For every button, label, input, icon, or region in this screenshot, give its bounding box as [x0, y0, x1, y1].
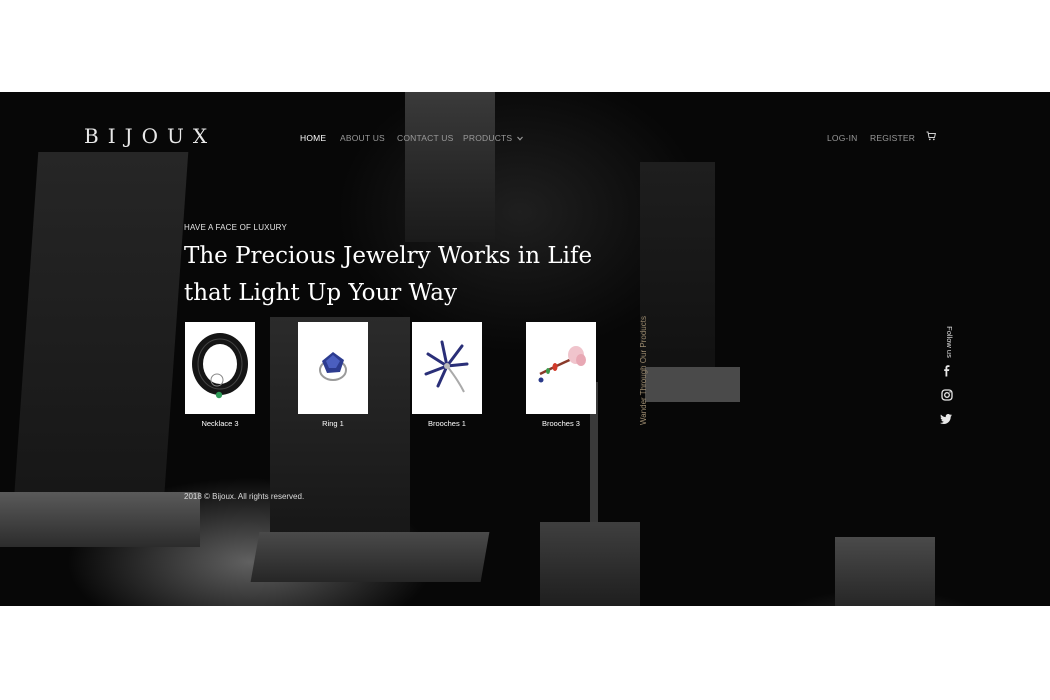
follow-us-label: Follow us	[945, 326, 954, 358]
copyright-text: 2018 © Bijoux. All rights reserved.	[184, 492, 305, 501]
hero-title: The Precious Jewelry Works in Life that …	[184, 238, 604, 312]
display-stand	[835, 537, 935, 606]
display-stand-base	[250, 532, 490, 582]
flower-brooch-image	[526, 322, 596, 414]
nav-contact-us[interactable]: CONTACT US	[397, 133, 453, 143]
nav-products[interactable]: PRODUCTS	[463, 133, 523, 143]
display-stand-top	[645, 367, 740, 402]
hero-background	[0, 92, 1050, 606]
display-stand	[540, 522, 640, 606]
chevron-down-icon	[516, 136, 523, 141]
display-stand	[405, 92, 495, 242]
product-card-brooches-1[interactable]: Brooches 1	[412, 322, 482, 428]
product-name: Necklace 3	[201, 419, 239, 428]
hero-title-line: The Precious Jewelry Works in Life	[184, 243, 593, 269]
cart-icon[interactable]	[926, 131, 936, 141]
ring-image	[298, 322, 368, 414]
facebook-icon[interactable]	[940, 364, 954, 378]
display-stand	[11, 152, 189, 532]
brooch-image	[412, 322, 482, 414]
hero-eyebrow: HAVE A FACE OF LUXURY	[184, 223, 288, 232]
product-name: Ring 1	[322, 419, 344, 428]
wander-products-link[interactable]: Wander Through Our Products	[639, 316, 651, 425]
brand-logo[interactable]: BIJOUX	[84, 124, 216, 148]
nav-home[interactable]: HOME	[300, 133, 326, 143]
product-name: Brooches 1	[428, 419, 466, 428]
product-name: Brooches 3	[542, 419, 580, 428]
hero-title-line: that Light Up Your Way	[184, 280, 457, 306]
product-card-brooches-3[interactable]: Brooches 3	[526, 322, 596, 428]
nav-about-us[interactable]: ABOUT US	[340, 133, 385, 143]
necklace-image	[185, 322, 255, 414]
product-card-necklace-3[interactable]: Necklace 3	[185, 322, 255, 428]
login-link[interactable]: LOG-IN	[827, 133, 857, 143]
twitter-icon[interactable]	[940, 411, 954, 425]
display-stand-base	[0, 492, 200, 547]
display-stand	[640, 162, 715, 392]
register-link[interactable]: REGISTER	[870, 133, 915, 143]
product-card-ring-1[interactable]: Ring 1	[298, 322, 368, 428]
instagram-icon[interactable]	[940, 388, 954, 402]
nav-products-label: PRODUCTS	[463, 133, 513, 143]
